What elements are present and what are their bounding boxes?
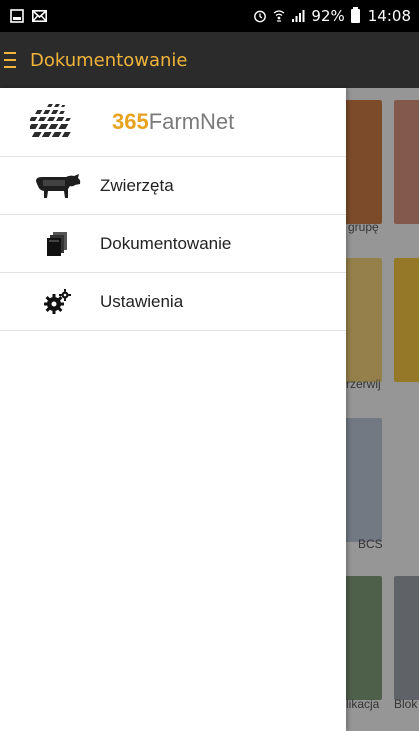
status-left [0,9,47,23]
cow-icon [34,172,82,200]
drawer-item-label-animals: Zwierzęta [100,175,174,195]
drawer-item-settings[interactable]: Ustawienia [0,273,346,331]
mail-icon [32,10,47,22]
status-bar: 92% 14:08 [0,0,419,32]
farmnet-logo-icon [30,104,71,137]
navigation-drawer: 365FarmNet Zwierzęta Dokumentowanie Usta… [0,88,346,731]
brand-name: 365FarmNet [112,109,234,135]
gears-icon [34,288,82,316]
drawer-item-label-settings: Ustawienia [100,291,184,311]
drawer-item-animals[interactable]: Zwierzęta [0,157,346,215]
brand-header: 365FarmNet [0,88,346,157]
battery-percent: 92% [311,7,345,25]
drawer-item-label-documenting: Dokumentowanie [100,233,232,253]
signal-icon [292,10,305,22]
gallery-icon [10,9,24,23]
drawer-item-documenting[interactable]: Dokumentowanie [0,215,346,273]
brand-text: FarmNet [148,109,235,134]
app-title: Dokumentowanie [30,49,188,71]
menu-icon[interactable] [4,52,16,68]
documents-icon [34,230,82,258]
brand-number: 365 [112,109,149,134]
status-right: 92% 14:08 [253,7,419,25]
wifi-icon [274,10,285,22]
clock-time: 14:08 [367,7,411,25]
app-bar: Dokumentowanie [0,32,419,88]
battery-icon [350,7,360,23]
alarm-icon [254,10,267,23]
